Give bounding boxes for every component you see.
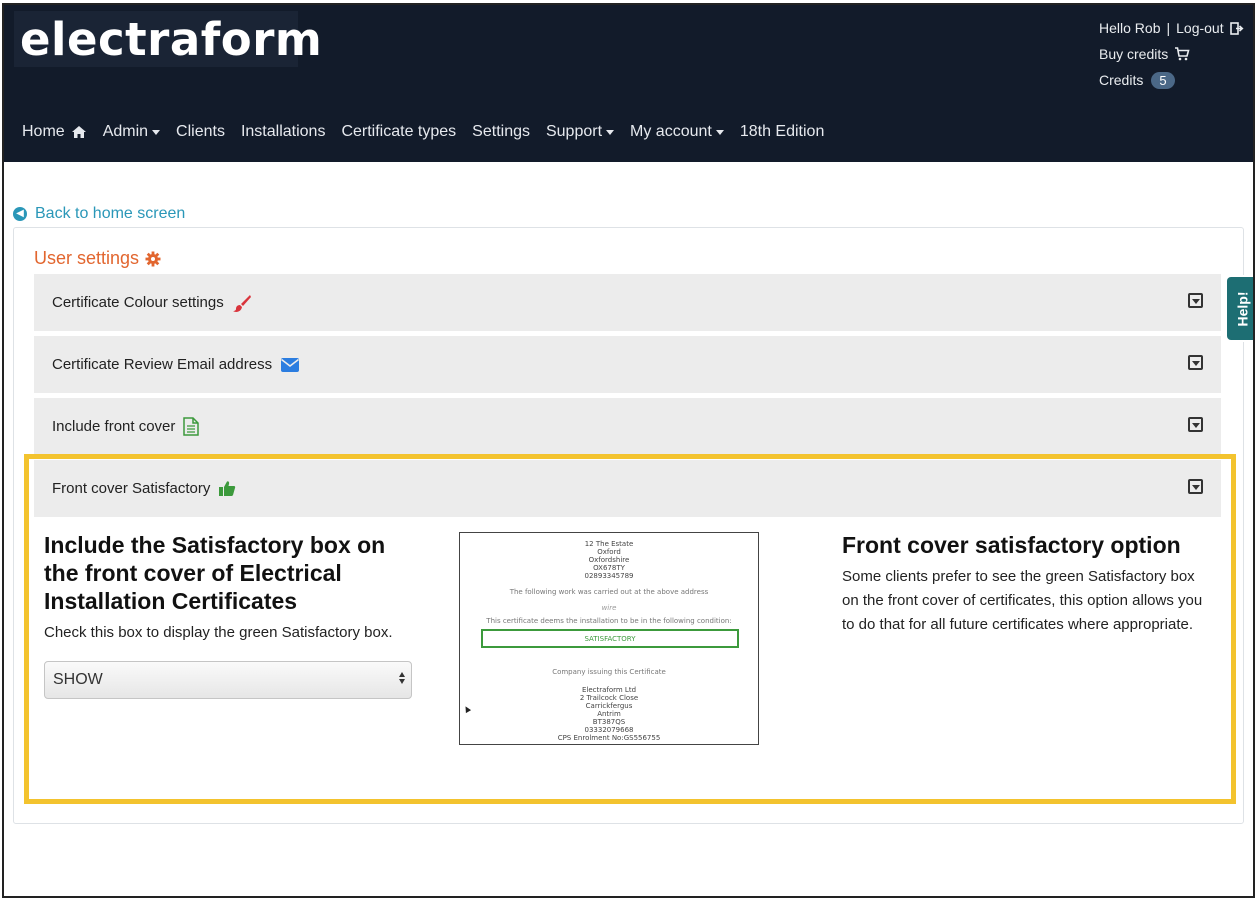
expand-toggle-icon[interactable] [1188, 355, 1203, 370]
accordion-include-front-cover[interactable]: Include front cover [34, 398, 1221, 455]
nav-support[interactable]: Support [545, 123, 615, 141]
buy-credits-link[interactable]: Buy credits [1099, 46, 1168, 62]
nav-18th-edition[interactable]: 18th Edition [740, 123, 825, 141]
gear-icon [145, 251, 161, 266]
nav-certificate-types-label: Certificate types [341, 123, 457, 140]
shopping-cart-icon [1175, 47, 1190, 61]
credits-badge: 5 [1151, 71, 1175, 89]
nav-my-account[interactable]: My account [630, 123, 724, 141]
select-arrows-icon [399, 672, 405, 684]
credits-line: Credits 5 [1099, 67, 1244, 93]
front-cover-preview-image: 12 The Estate Oxford Oxfordshire OX678TY… [459, 532, 759, 745]
option-panel: Include the Satisfactory box on the fron… [44, 531, 419, 699]
nav-my-account-label: My account [630, 123, 712, 140]
nav-admin[interactable]: Admin [102, 123, 161, 141]
nav-admin-label: Admin [102, 123, 149, 140]
accordion-label: Include front cover [52, 418, 176, 435]
logout-link[interactable]: Log-out [1176, 20, 1223, 36]
preview-company: Electraform Ltd 2 Trailcock Close Carric… [557, 686, 661, 742]
settings-card: User settings Certificate Colour setting… [13, 227, 1244, 824]
nav-18th-edition-label: 18th Edition [739, 123, 825, 140]
nav-certificate-types[interactable]: Certificate types [341, 123, 456, 141]
help-tab[interactable]: Help! [1225, 275, 1253, 342]
chevron-down-icon [715, 129, 724, 135]
expand-toggle-icon[interactable] [1188, 417, 1203, 432]
chevron-down-icon [152, 129, 161, 135]
help-tab-label: Help! [1234, 291, 1250, 326]
logout-icon[interactable] [1229, 21, 1244, 35]
select-value: SHOW [53, 671, 103, 688]
home-icon [71, 126, 86, 138]
chevron-down-icon [606, 129, 615, 135]
credits-label: Credits [1099, 72, 1144, 88]
nav-support-label: Support [545, 123, 603, 140]
preview-address: 12 The Estate Oxford Oxfordshire OX678TY… [584, 540, 634, 580]
satisfactory-select[interactable]: SHOW [44, 661, 412, 699]
preview-company-label: Company issuing this Certificate [552, 668, 666, 676]
user-panel: Hello Rob | Log-out Buy credits Credits … [1099, 15, 1244, 93]
preview-satisfactory-box: SATISFACTORY [481, 629, 739, 648]
buy-credits-line[interactable]: Buy credits [1099, 41, 1244, 67]
back-link-label: Back to home screen [35, 205, 186, 222]
app-window: electraform Hello Rob | Log-out Buy cred… [2, 3, 1255, 898]
envelope-icon [281, 357, 300, 372]
document-icon [183, 417, 200, 436]
info-panel: Front cover satisfactory option Some cli… [842, 531, 1212, 637]
expand-toggle-icon[interactable] [1188, 293, 1203, 308]
user-greeting-line: Hello Rob | Log-out [1099, 15, 1244, 41]
accordion-label: Certificate Colour settings [52, 294, 224, 311]
main-nav: Home Admin Clients Installations Certifi… [22, 123, 840, 141]
accordion-label: Certificate Review Email address [52, 356, 273, 373]
nav-clients[interactable]: Clients [176, 123, 225, 141]
page-title-text: User settings [34, 248, 140, 268]
nav-settings[interactable]: Settings [472, 123, 530, 141]
nav-clients-label: Clients [176, 123, 225, 140]
accordion-review-email[interactable]: Certificate Review Email address [34, 336, 1221, 393]
nav-home[interactable]: Home [22, 123, 87, 141]
back-to-home-link[interactable]: ◀ Back to home screen [13, 205, 185, 223]
nav-installations-label: Installations [240, 123, 326, 140]
option-help-text: Check this box to display the green Sati… [44, 624, 393, 641]
preview-work-line: The following work was carried out at th… [509, 588, 709, 596]
accordion-colour-settings[interactable]: Certificate Colour settings [34, 274, 1221, 331]
separator: | [1166, 20, 1171, 36]
preview-work-value: wire [601, 604, 617, 612]
nav-settings-label: Settings [472, 123, 530, 140]
top-navbar: electraform Hello Rob | Log-out Buy cred… [4, 5, 1253, 162]
nav-home-label: Home [22, 123, 65, 140]
info-text: Some clients prefer to see the green Sat… [842, 568, 1203, 633]
page-title: User settings [34, 248, 161, 269]
nav-installations[interactable]: Installations [241, 123, 326, 141]
info-heading: Front cover satisfactory option [842, 532, 1181, 558]
brand-logo[interactable]: electraform [14, 11, 322, 67]
greeting-text: Hello Rob [1099, 20, 1161, 36]
arrow-circle-left-icon: ◀ [13, 207, 27, 221]
paint-brush-icon [232, 294, 251, 312]
option-heading: Include the Satisfactory box on the fron… [44, 532, 386, 614]
brand-logo-text: electraform [20, 12, 323, 66]
preview-condition-line: This certificate deems the installation … [486, 617, 732, 625]
